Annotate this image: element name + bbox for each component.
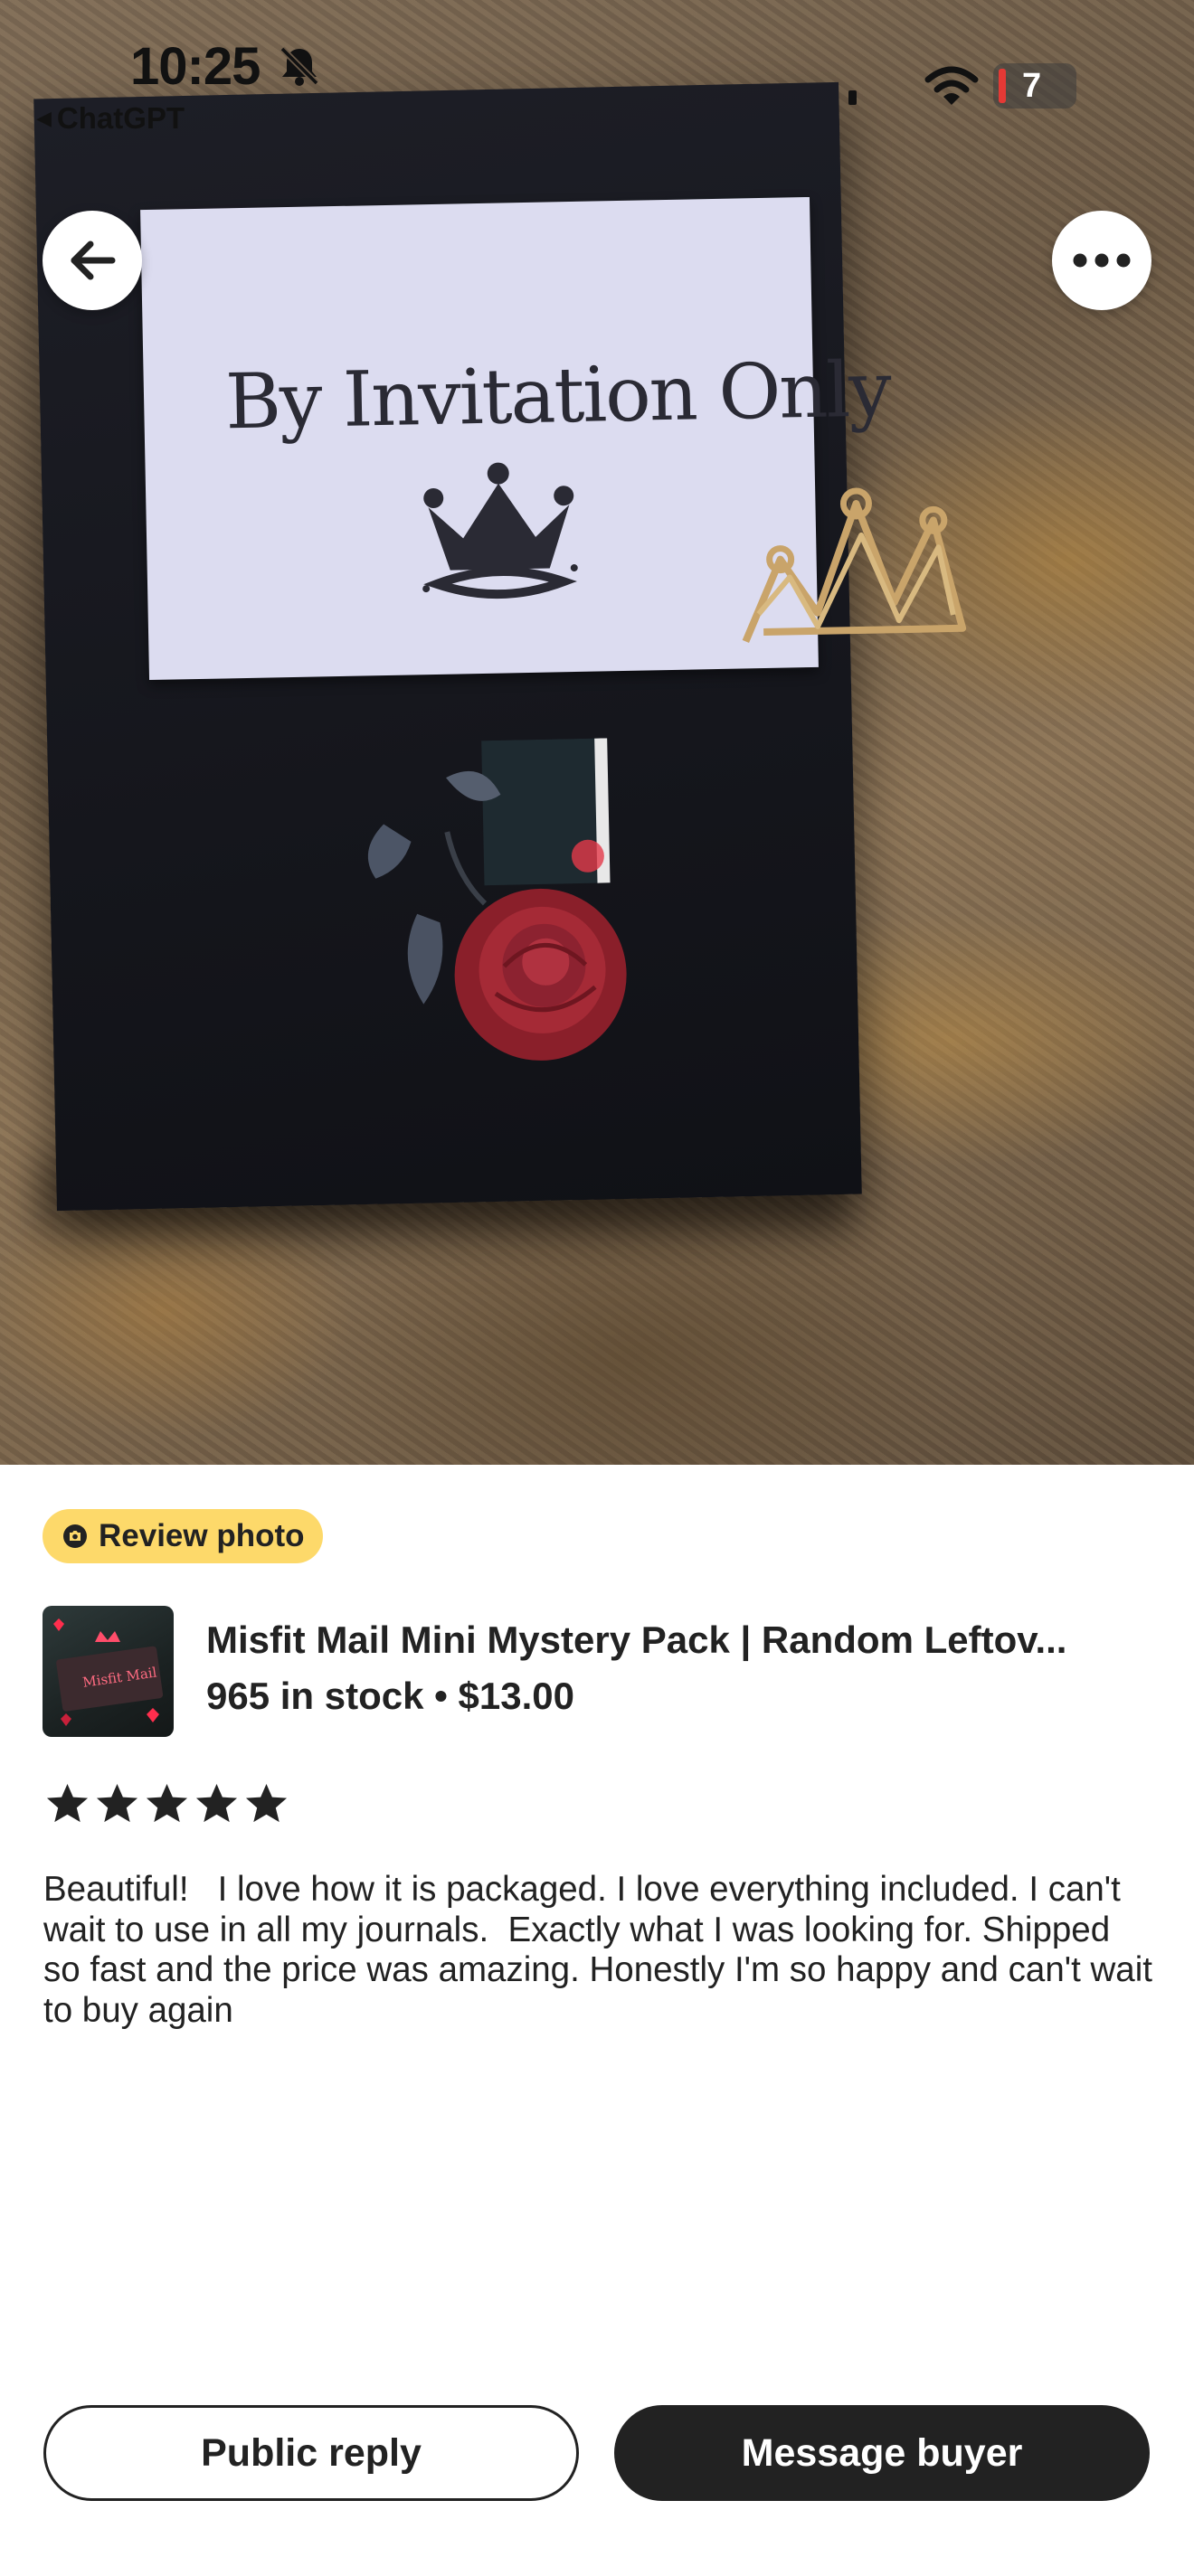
more-horizontal-icon <box>1073 253 1131 268</box>
battery-level-bar <box>999 69 1006 103</box>
product-thumbnail[interactable]: Misfit Mail <box>43 1606 174 1737</box>
public-reply-button[interactable]: Public reply <box>43 2405 579 2501</box>
signal-icon <box>848 90 857 105</box>
back-triangle-icon: ◀ <box>36 107 52 129</box>
product-stock-price: 965 in stock • $13.00 <box>206 1675 574 1717</box>
battery-percent: 7 <box>1022 66 1042 105</box>
card-text: By Invitation Only <box>224 344 891 447</box>
star-icon <box>146 1783 188 1823</box>
message-buyer-button[interactable]: Message buyer <box>614 2405 1150 2501</box>
status-time: 10:25 <box>130 37 261 96</box>
status-bar: 10:25 ◀ ChatGPT 7 <box>0 0 1194 136</box>
review-photo-badge: Review photo <box>43 1509 323 1563</box>
back-app-label: ChatGPT <box>56 101 185 135</box>
rose-sticker <box>367 738 627 1061</box>
review-text: Beautiful! I love how it is packaged. I … <box>43 1870 1162 2030</box>
bell-slash-icon <box>280 46 319 86</box>
wifi-icon <box>924 66 979 105</box>
star-icon <box>46 1783 89 1823</box>
thumbnail-image: Misfit Mail <box>53 1618 164 1726</box>
invitation-card: By Invitation Only <box>140 196 967 681</box>
star-icon <box>195 1783 238 1823</box>
star-icon <box>245 1783 288 1823</box>
back-to-app-link[interactable]: ◀ ChatGPT <box>36 101 185 136</box>
arrow-left-icon <box>71 241 116 280</box>
review-detail-screen: By Invitation Only 10:25 ◀ ChatGPT 7 Rev… <box>0 0 1194 2576</box>
more-options-button[interactable] <box>1052 211 1151 310</box>
review-photo[interactable]: By Invitation Only <box>0 0 1194 1465</box>
back-button[interactable] <box>43 211 142 310</box>
crown-illustration <box>422 462 578 599</box>
star-rating <box>45 1781 289 1826</box>
battery-icon: 7 <box>993 63 1076 109</box>
star-icon <box>96 1783 138 1823</box>
badge-label: Review photo <box>99 1518 305 1553</box>
crown-paperclip <box>742 487 967 643</box>
photo-badge-icon <box>63 1524 87 1548</box>
product-title[interactable]: Misfit Mail Mini Mystery Pack | Random L… <box>206 1618 1066 1662</box>
